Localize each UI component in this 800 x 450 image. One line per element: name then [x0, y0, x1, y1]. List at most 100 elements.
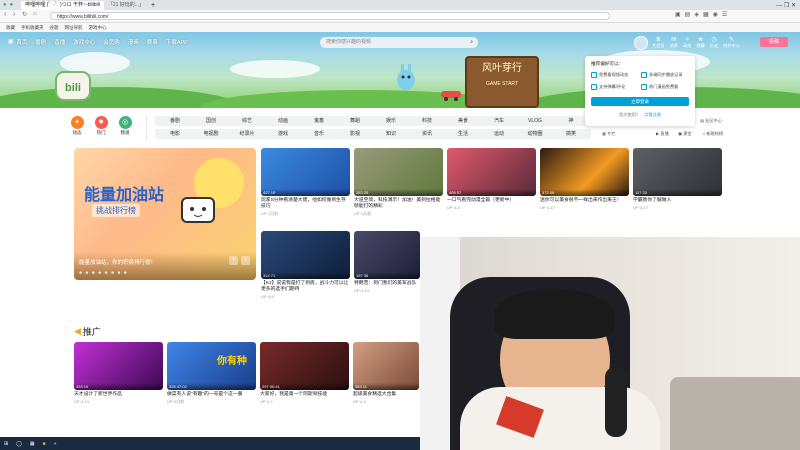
- promo-title[interactable]: 超级美食精选大合集: [353, 392, 419, 398]
- category-item[interactable]: 动物圈: [515, 129, 555, 139]
- right-nav-item[interactable]: ✉ 消息: [670, 36, 678, 49]
- video-thumbnail[interactable]: 405 57: [447, 148, 536, 196]
- video-author[interactable]: UP·1月前: [261, 211, 350, 217]
- browser-menu-icon[interactable]: ●: [3, 2, 7, 8]
- avatar[interactable]: [634, 36, 648, 50]
- right-nav-item[interactable]: ✧ 动态: [683, 36, 691, 49]
- nav-item[interactable]: 直播: [54, 38, 65, 46]
- category-item[interactable]: 游戏: [263, 129, 303, 139]
- video-author[interactable]: UP·4-3: [447, 205, 536, 210]
- video-thumbnail[interactable]: 197 36: [354, 231, 420, 279]
- category-item[interactable]: 电视剧: [191, 129, 231, 139]
- taskbar-app-icon[interactable]: ▦: [30, 441, 35, 447]
- video-thumbnail[interactable]: 372 09: [540, 148, 629, 196]
- tab-2[interactable]: 「21 好玩的...」: [104, 1, 148, 10]
- video-author[interactable]: UP·4-13: [354, 288, 420, 293]
- right-nav-item[interactable]: ◷ 历史: [710, 36, 718, 49]
- right-nav-item[interactable]: ✎ 创作中心: [723, 36, 740, 49]
- login-button[interactable]: 立即登录: [591, 97, 689, 106]
- nav-item[interactable]: 游戏中心: [73, 38, 95, 46]
- promo-thumbnail[interactable]: 你有种 325 47:02: [167, 342, 256, 390]
- nav-item[interactable]: 漫画: [128, 38, 139, 46]
- quick-icon-dynamic[interactable]: ✦ 动态: [70, 116, 84, 136]
- carousel-next-icon[interactable]: ›: [241, 256, 250, 265]
- bookmark-item[interactable]: 网址导航: [65, 25, 83, 31]
- category-item[interactable]: 搞笑: [551, 129, 591, 139]
- quick-icon-channel[interactable]: ◎ 频道: [118, 116, 132, 136]
- address-bar[interactable]: https://www.bilibili.com/: [50, 12, 610, 20]
- right-link[interactable]: ▶ 直播: [656, 131, 669, 137]
- browser-menu-icon-2[interactable]: ●: [10, 2, 14, 8]
- window-controls[interactable]: — ❐ ✕: [776, 2, 796, 9]
- bookmark-item[interactable]: 手机收藏夹: [21, 25, 44, 31]
- upload-button[interactable]: 投稿: [760, 37, 788, 47]
- video-author[interactable]: UP·3天前: [354, 211, 443, 217]
- category-item[interactable]: 番剧: [155, 116, 195, 126]
- promo-card[interactable]: 333 10 天才设计了新世界作品 UP·4-13: [74, 342, 163, 404]
- video-title[interactable]: 大道至简，科技演示！加油！美到拉格能够能打的精彩: [354, 198, 443, 210]
- promo-thumbnail[interactable]: 353 11: [353, 342, 419, 390]
- register-link[interactable]: 点我注册: [644, 112, 661, 117]
- category-item[interactable]: 音乐: [299, 129, 339, 139]
- video-author[interactable]: UP·4-17: [540, 205, 629, 210]
- promo-thumbnail[interactable]: 333 10: [74, 342, 163, 390]
- category-item[interactable]: 鬼畜: [299, 116, 339, 126]
- right-nav-item[interactable]: ♛ 大会员: [652, 36, 665, 49]
- hero-carousel[interactable]: 能量加油站 挑战排行榜 能量加油站，你的积极排行榜！ ● ● ● ● ● ● ●…: [74, 148, 256, 280]
- category-item[interactable]: 运动: [479, 129, 519, 139]
- category-item[interactable]: 科技: [407, 116, 447, 126]
- search-icon[interactable]: ⌕: [470, 37, 473, 48]
- category-item[interactable]: 知识: [371, 129, 411, 139]
- nav-item[interactable]: 番剧: [35, 38, 46, 46]
- category-item[interactable]: 资讯: [407, 129, 447, 139]
- right-link[interactable]: ♫ 新歌热榜: [702, 131, 723, 137]
- promo-card[interactable]: 353 11 超级美食精选大合集 UP·4-3: [353, 342, 419, 404]
- right-nav-item[interactable]: ★ 收藏: [696, 36, 704, 49]
- tab-active[interactable]: 哔哩哔哩 (゜-゜)つロ 干杯~-bilibili: [21, 1, 104, 10]
- extension-icons[interactable]: ▣▤◈▦◉☰: [675, 11, 731, 18]
- video-card[interactable]: 117 20 学霸教你了解做人 UP·4-17: [633, 148, 722, 210]
- video-card[interactable]: 283 25 大道至简，科技演示！加油！美到拉格能够能打的精彩 UP·3天前: [354, 148, 443, 217]
- category-item[interactable]: VLOG: [515, 116, 555, 126]
- promo-author[interactable]: UP·4-13: [74, 399, 163, 404]
- refresh-icon[interactable]: ↻: [22, 11, 27, 18]
- right-link[interactable]: ▤ 社区中心: [700, 118, 722, 124]
- video-thumbnail[interactable]: 283 25: [354, 148, 443, 196]
- bookmark-item[interactable]: 谷歌: [50, 25, 59, 31]
- right-link[interactable]: ▣ 课堂: [678, 131, 692, 137]
- video-thumbnail[interactable]: 427 19: [261, 148, 350, 196]
- bookmark-item[interactable]: 收藏: [6, 25, 15, 31]
- video-title[interactable]: 【K2】说说我是打了到底，战斗力可以让更多的选手们期待: [261, 281, 350, 293]
- video-author[interactable]: UP·4-6: [261, 294, 350, 299]
- promo-author[interactable]: UP·4-7: [260, 399, 349, 404]
- category-item[interactable]: 动画: [263, 116, 303, 126]
- promo-author[interactable]: UP·3月前: [167, 399, 256, 405]
- nav-item[interactable]: 赛事: [147, 38, 158, 46]
- carousel-prev-icon[interactable]: ‹: [229, 256, 238, 265]
- video-title[interactable]: 迷你可以美食很不一样出来作出来王！: [540, 198, 629, 204]
- category-item[interactable]: 舞蹈: [335, 116, 375, 126]
- video-card[interactable]: 405 57 一口气看完动漫全篇（更新中） UP·4-3: [447, 148, 536, 210]
- nav-item[interactable]: 会员购: [103, 38, 120, 46]
- category-item[interactable]: 汽车: [479, 116, 519, 126]
- promo-card[interactable]: 297 00:41 大家好，我是第一个阿斯顿技能 UP·4-7: [260, 342, 349, 404]
- video-thumbnail[interactable]: 117 20: [633, 148, 722, 196]
- tv-icon[interactable]: ▣: [8, 39, 13, 45]
- carousel-dots[interactable]: ● ● ● ● ● ● ● ●: [79, 270, 128, 276]
- category-item[interactable]: 娱乐: [371, 116, 411, 126]
- category-item[interactable]: 美食: [443, 116, 483, 126]
- video-title[interactable]: 一口气看完动漫全篇（更新中）: [447, 198, 536, 204]
- video-thumbnail[interactable]: 314 71: [261, 231, 350, 279]
- video-card[interactable]: 197 36 特朗普：到门我们的美军战队 UP·4-13: [354, 231, 420, 293]
- quick-icon-hot[interactable]: ✹ 热门: [94, 116, 108, 136]
- forward-icon[interactable]: ›: [13, 11, 15, 18]
- category-item[interactable]: 生活: [443, 129, 483, 139]
- promo-thumbnail[interactable]: 297 00:41: [260, 342, 349, 390]
- bilibili-logo[interactable]: bili: [18, 68, 128, 104]
- promo-author[interactable]: UP·4-3: [353, 399, 419, 404]
- new-tab-icon[interactable]: +: [151, 2, 155, 9]
- promo-title[interactable]: 天才设计了新世界作品: [74, 392, 163, 398]
- video-title[interactable]: 玩家S分钟看清楚大佬，他如何做到生存技巧: [261, 198, 350, 210]
- video-author[interactable]: UP·4-17: [633, 205, 722, 210]
- category-item[interactable]: 影视: [335, 129, 375, 139]
